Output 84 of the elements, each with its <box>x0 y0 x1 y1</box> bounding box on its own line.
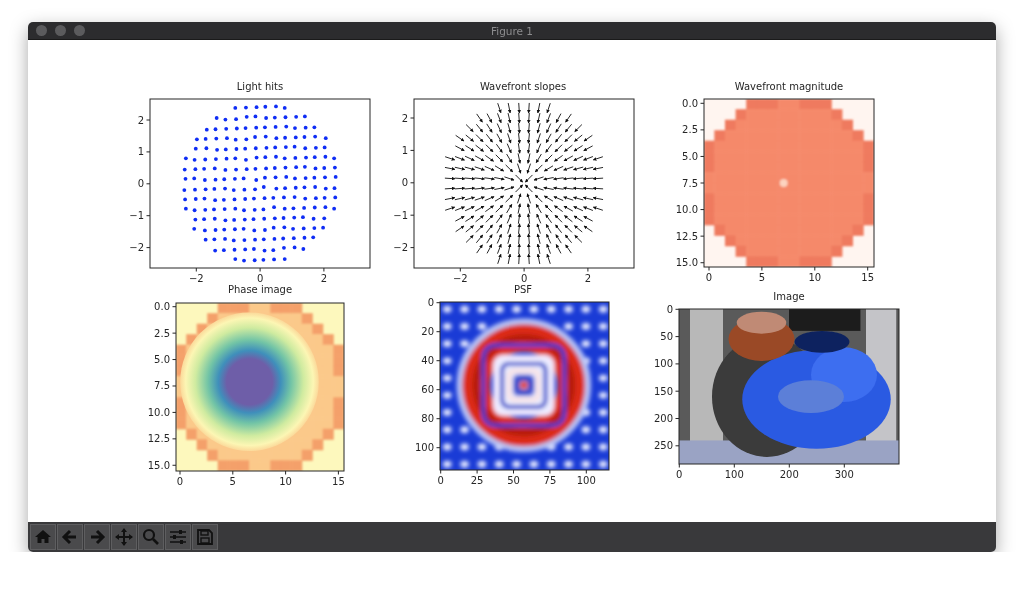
arrow-left-icon <box>61 528 79 546</box>
tick-label: 20 <box>421 326 434 338</box>
tick-label: 15 <box>861 272 875 283</box>
tick-label: −2 <box>188 273 204 284</box>
tick-label: 50 <box>507 475 520 486</box>
tick-label: 100 <box>414 442 434 454</box>
window-control[interactable] <box>74 25 85 36</box>
tick-label: 0 <box>256 273 264 284</box>
tick-label: 200 <box>653 413 673 424</box>
toolbar-button[interactable] <box>165 524 191 550</box>
tick-label: 15.0 <box>147 459 170 471</box>
home-icon <box>34 528 52 546</box>
tick-label: 15 <box>332 476 345 487</box>
tick-label: 12.5 <box>147 433 170 445</box>
tick-label: −2 <box>129 242 144 254</box>
window-control[interactable] <box>36 25 47 36</box>
tick-label: 100 <box>724 469 744 480</box>
tick-label: 100 <box>653 358 673 370</box>
toolbar-button[interactable] <box>192 524 218 550</box>
tick-label: 75 <box>543 475 557 486</box>
tick-label: 0 <box>705 272 713 283</box>
chart-title: PSF <box>513 284 533 295</box>
tick-label: 1 <box>137 146 144 158</box>
tick-label: 5 <box>229 476 236 487</box>
tick-label: −2 <box>393 242 408 254</box>
chart-title: Wavefront slopes <box>479 81 567 92</box>
move-icon <box>115 528 133 546</box>
tick-label: 25 <box>470 475 484 486</box>
tick-label: 0.0 <box>682 97 698 109</box>
tick-label: 0 <box>676 469 683 480</box>
chart-title: Phase image <box>227 284 293 295</box>
tick-label: 1 <box>401 144 408 156</box>
toolbar-button[interactable] <box>57 524 83 550</box>
tick-label: 300 <box>834 469 854 480</box>
tick-label: 2 <box>401 112 408 124</box>
tick-label: 12.5 <box>675 230 698 242</box>
chart-title: Wavefront magnitude <box>734 81 844 92</box>
tick-label: −1 <box>393 209 408 221</box>
tick-label: 40 <box>421 355 434 367</box>
tick-label: 10.0 <box>147 406 170 418</box>
center-spot <box>515 377 532 394</box>
tick-label: 0 <box>401 177 408 189</box>
save-icon <box>196 528 214 546</box>
chart-title: Light hits <box>236 81 284 92</box>
toolbar-button[interactable] <box>30 524 56 550</box>
toolbar-button[interactable] <box>138 524 164 550</box>
toolbar-button[interactable] <box>84 524 110 550</box>
tick-label: 50 <box>660 331 673 343</box>
tick-label: 200 <box>779 469 799 480</box>
tick-label: 0 <box>137 178 144 190</box>
tick-label: 10.0 <box>675 204 698 216</box>
chart-title: Image <box>773 291 805 302</box>
window-control[interactable] <box>55 25 66 36</box>
tick-label: −1 <box>129 210 144 222</box>
window-title: Figure 1 <box>490 24 534 37</box>
tick-label: 7.5 <box>154 380 170 392</box>
tick-label: 2.5 <box>682 124 698 136</box>
toolbar-button[interactable] <box>111 524 137 550</box>
tick-label: 5 <box>758 272 766 283</box>
tick-label: 5.0 <box>682 150 698 162</box>
tick-label: 5.0 <box>154 354 170 366</box>
sliders-icon <box>169 528 187 546</box>
tick-label: 60 <box>421 384 434 396</box>
tick-label: 0.0 <box>154 301 170 313</box>
tick-label: −2 <box>452 273 468 284</box>
arrow-right-icon <box>88 528 106 546</box>
tick-label: 2.5 <box>154 327 170 339</box>
tick-label: 150 <box>653 385 673 397</box>
tick-label: 0 <box>437 475 444 486</box>
search-icon <box>142 528 160 546</box>
tick-label: 10 <box>279 476 292 487</box>
tick-label: 0 <box>176 476 184 487</box>
tick-label: 0 <box>427 297 434 309</box>
tick-label: 2 <box>584 273 592 284</box>
tick-label: 2 <box>320 273 328 284</box>
tick-label: 0 <box>520 273 528 284</box>
tick-label: 2 <box>137 114 144 126</box>
tick-label: 250 <box>653 440 673 452</box>
tick-label: 15.0 <box>675 257 698 269</box>
tick-label: 0 <box>666 303 673 315</box>
tick-label: 100 <box>576 475 596 486</box>
tick-label: 80 <box>421 413 434 425</box>
tick-label: 7.5 <box>682 177 698 189</box>
tick-label: 10 <box>808 272 822 283</box>
